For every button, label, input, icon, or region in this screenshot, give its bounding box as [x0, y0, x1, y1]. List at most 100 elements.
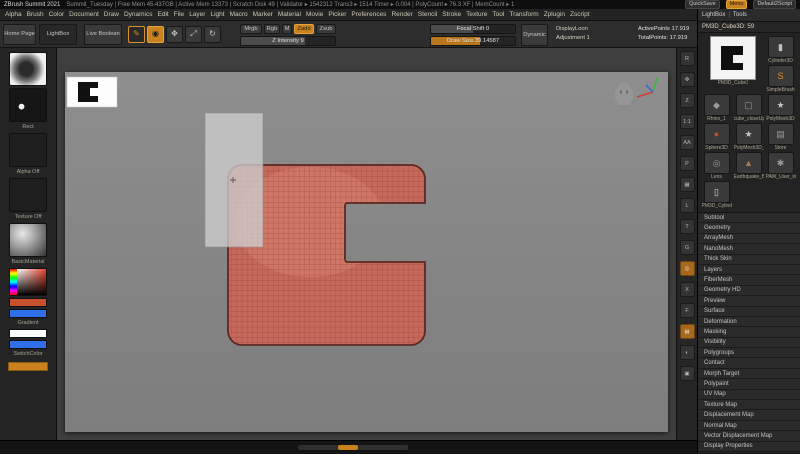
tool-item[interactable]: ▲ Earthquake_B2_s [733, 152, 764, 180]
menu-item[interactable]: Preferences [351, 11, 386, 18]
menu-item[interactable]: Brush [27, 11, 44, 18]
tool-section[interactable]: Geometry HD [698, 286, 800, 296]
menu-item[interactable]: Zplugin [544, 11, 565, 18]
polyframe-icon[interactable]: ▤ [680, 324, 695, 339]
zsub-button[interactable]: Zsub [316, 24, 336, 34]
menu-item[interactable]: Zscript [570, 11, 590, 18]
zoom-icon[interactable]: Z [680, 93, 695, 108]
xpose-icon[interactable]: X [680, 282, 695, 297]
menu-item[interactable]: File [174, 11, 184, 18]
tool-section[interactable]: Texture Map [698, 400, 800, 410]
texture-thumbnail[interactable] [9, 178, 47, 212]
tool-item-thumbnail[interactable]: ▢ [736, 94, 762, 116]
tools-tab[interactable]: Tools [733, 12, 747, 18]
menu-item[interactable]: Edit [158, 11, 169, 18]
lightbox-button[interactable]: LightBox [39, 24, 77, 45]
actual-size-icon[interactable]: 1:1 [680, 114, 695, 129]
alpha-thumbnail[interactable] [9, 133, 47, 167]
menu-item[interactable]: Render [391, 11, 412, 18]
tool-item[interactable]: ★ PolyMesh3D [765, 94, 796, 122]
tool-item-thumbnail[interactable]: ✱ [768, 152, 794, 174]
switch-color-a[interactable] [9, 329, 47, 338]
tool-item-thumbnail[interactable]: ▤ [768, 123, 794, 145]
home-page-button[interactable]: Home Page [3, 24, 36, 45]
live-boolean-button[interactable]: Live Boolean [84, 24, 122, 45]
aa-half-icon[interactable]: AA [680, 135, 695, 150]
menu-item[interactable]: Transform [509, 11, 538, 18]
tool-section[interactable]: ArrayMesh [698, 234, 800, 244]
menu-button[interactable]: Menu [726, 0, 748, 9]
brush-thumbnail[interactable] [9, 52, 47, 86]
edit-object-icon[interactable]: ✎ [128, 26, 145, 43]
tool-section[interactable]: Display Properties [698, 442, 800, 452]
tool-item-thumbnail[interactable]: ★ [736, 123, 762, 145]
menu-item[interactable]: Color [49, 11, 65, 18]
rotate-icon[interactable]: ↻ [204, 26, 221, 43]
menu-item[interactable]: Texture [466, 11, 487, 18]
tool-item[interactable]: ● Sphere3D [701, 123, 732, 151]
primary-color-swatch[interactable] [9, 298, 47, 307]
tool-item-thumbnail[interactable]: ◎ [704, 152, 730, 174]
menu-item[interactable]: Dynamics [124, 11, 153, 18]
camview-head[interactable] [615, 83, 633, 110]
tool-item[interactable]: ▤ Store [765, 123, 796, 151]
tool-section[interactable]: Polygroups [698, 348, 800, 358]
uv-check-icon[interactable]: ▣ [680, 366, 695, 381]
tool-section[interactable]: Normal Map [698, 421, 800, 431]
tool-section[interactable]: Deformation [698, 317, 800, 327]
menu-item[interactable]: Marker [253, 11, 273, 18]
focal-shift-slider[interactable]: Focal Shift 0 [430, 24, 516, 34]
menu-item[interactable]: Light [210, 11, 224, 18]
menu-item[interactable]: Layer [189, 11, 205, 18]
tool-section[interactable]: Layers [698, 265, 800, 275]
tool-section[interactable]: Thick Skin [698, 255, 800, 265]
tool-item-thumbnail[interactable]: ● [704, 123, 730, 145]
tool-item-thumbnail[interactable]: ◆ [704, 94, 730, 116]
tool-section[interactable]: FiberMesh [698, 275, 800, 285]
tool-item[interactable]: ▯ PM3D_Cylinder3 [701, 181, 732, 209]
timeline-handle[interactable] [338, 445, 358, 450]
tool-section[interactable]: Polypaint [698, 379, 800, 389]
menu-item[interactable]: Material [278, 11, 301, 18]
menu-item[interactable]: Movie [306, 11, 323, 18]
z-intensity-slider[interactable]: Z Intensity 9 [240, 36, 336, 46]
zadd-button[interactable]: Zadd [294, 24, 314, 34]
menu-item[interactable]: Stroke [442, 11, 461, 18]
lightbox-tab[interactable]: LightBox [702, 12, 725, 18]
tool-item[interactable]: S SimpleBrush [765, 65, 796, 93]
draw-pointer-icon[interactable]: ◉ [147, 26, 164, 43]
draw-size-slider[interactable]: Draw Size 39.14587 [430, 36, 516, 46]
tool-section[interactable]: Visibility [698, 338, 800, 348]
menu-item[interactable]: Document [69, 11, 99, 18]
tool-section[interactable]: Displacement Map [698, 410, 800, 420]
timeline-track[interactable] [298, 445, 408, 450]
material-thumbnail[interactable] [9, 223, 47, 257]
tool-item-thumbnail[interactable]: ▮ [768, 36, 794, 58]
ghost-icon[interactable]: G [680, 240, 695, 255]
tool-section[interactable]: Vector Displacement Map [698, 431, 800, 441]
tool-item-thumbnail[interactable]: ▲ [736, 152, 762, 174]
tool-section[interactable]: Masking [698, 327, 800, 337]
tool-item-thumbnail[interactable]: ★ [768, 94, 794, 116]
tool-section[interactable]: Subtool [698, 213, 800, 223]
script-button[interactable]: Default2Script [753, 0, 796, 9]
tool-section[interactable]: Preview [698, 296, 800, 306]
tool-section[interactable]: UV Map [698, 390, 800, 400]
selected-tool[interactable]: PM3D_Cube3D [701, 36, 764, 93]
move-icon[interactable]: ✥ [166, 26, 183, 43]
tool-item[interactable]: ◆ Rhino_1 [701, 94, 732, 122]
stroke-thumbnail[interactable] [9, 88, 47, 122]
local-symmetry-icon[interactable]: L [680, 198, 695, 213]
floor-grid-icon[interactable]: ▦ [680, 177, 695, 192]
m-button[interactable]: M [282, 24, 292, 34]
transparency-icon[interactable]: T [680, 219, 695, 234]
menu-item[interactable]: Macro [230, 11, 248, 18]
mrgb-button[interactable]: Mrgb [240, 24, 262, 34]
menu-item[interactable]: Alpha [5, 11, 22, 18]
tool-item[interactable]: ★ PolyMesh3D_1 [733, 123, 764, 151]
menu-item[interactable]: Draw [104, 11, 119, 18]
hue-strip[interactable] [10, 269, 17, 295]
switch-color-b[interactable] [9, 340, 47, 349]
bpr-render-icon[interactable]: R [680, 51, 695, 66]
tool-item[interactable]: ◎ Lens [701, 152, 732, 180]
